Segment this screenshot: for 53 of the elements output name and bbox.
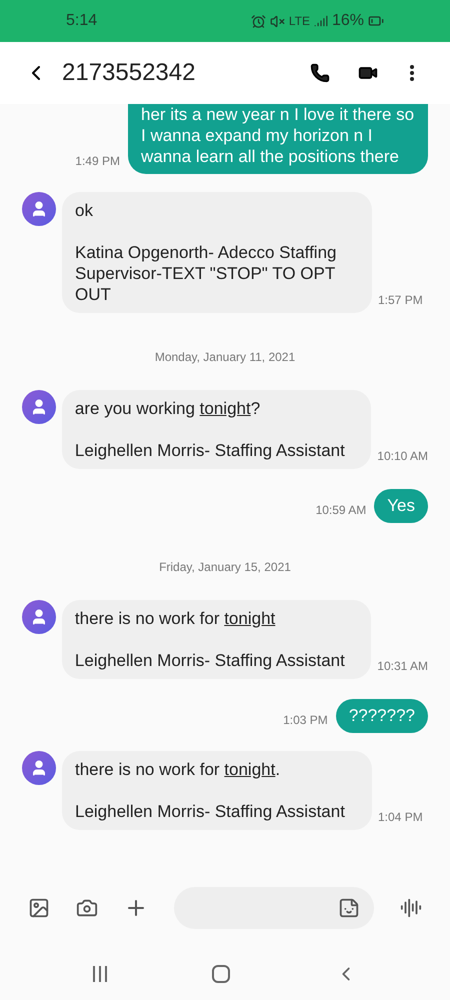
avatar[interactable] (22, 390, 56, 424)
message-text: there is no work for tonight. (75, 759, 282, 780)
home-button[interactable] (212, 965, 230, 983)
message-text: ok (75, 200, 94, 221)
gallery-button[interactable] (28, 897, 50, 919)
voice-button[interactable] (400, 897, 422, 919)
call-button[interactable] (308, 61, 332, 85)
person-icon (30, 200, 48, 218)
received-message-bubble[interactable]: there is no work for tonight. Leighellen Morris- Staffing Assistant (62, 751, 372, 830)
date-link[interactable]: tonight (224, 609, 276, 628)
message-text: Leighellen Morris- Staffing Assistant (74, 650, 346, 671)
message-text: Katina Opgenorth- Adecco Staffing Supervisor-TEXT "STOP" TO OPT OUT (75, 242, 338, 305)
alarm-icon (250, 14, 266, 28)
received-message-bubble[interactable]: ok Katina Opgenorth- Adecco Staffing Supervisor-TEXT "STOP" TO OPT OUT (62, 192, 372, 313)
message-time: 10:59 AM (316, 502, 366, 519)
message-text: her its a new year n I love it there so I wanna expand my horizon n I wanna learn all the positions there (141, 104, 415, 167)
avatar[interactable] (22, 192, 56, 226)
sound-wave-icon (400, 897, 422, 919)
image-icon (28, 897, 50, 919)
battery-text: 16% (332, 11, 364, 31)
contact-title: 2173552342 (62, 58, 196, 88)
message-text: Leighellen Morris- Staffing Assistant (74, 440, 346, 461)
message-time: 1:03 PM (283, 712, 328, 729)
recent-apps-button[interactable] (92, 966, 107, 982)
message-time: 1:49 PM (75, 153, 120, 170)
mute-icon (270, 14, 285, 28)
date-link[interactable]: tonight (200, 399, 251, 418)
message-text: there is no work for tonight (74, 608, 276, 629)
person-icon (30, 759, 48, 777)
date-link[interactable]: tonight (224, 760, 276, 779)
message-time: 10:31 AM (377, 658, 428, 675)
network-text: LTE (288, 13, 310, 30)
sticker-icon[interactable] (338, 897, 360, 919)
clock-text: 5:14 (66, 11, 98, 31)
message-text: ??????? (348, 705, 415, 726)
phone-icon (310, 63, 330, 83)
message-text: Yes (387, 495, 415, 516)
more-icon (410, 65, 414, 81)
message-input-field[interactable] (174, 887, 374, 929)
message-time: 1:04 PM (378, 809, 423, 826)
message-time: 1:57 PM (378, 292, 423, 309)
received-message-bubble[interactable]: are you working tonight? Leighellen Morris- Staffing Assistant (62, 390, 372, 469)
avatar[interactable] (22, 751, 56, 785)
message-text: are you working tonight? (74, 398, 262, 419)
camera-button[interactable] (76, 897, 98, 919)
message-time: 10:10 AM (377, 448, 428, 465)
message-text: Leighellen Morris- Staffing Assistant (75, 801, 346, 822)
received-message-bubble[interactable]: there is no work for tonight Leighellen Morris- Staffing Assistant (62, 600, 372, 679)
signal-icon (314, 14, 328, 28)
date-divider-text: Friday, January 15, 2021 (159, 559, 291, 576)
date-divider-text: Monday, January 11, 2021 (154, 349, 296, 366)
avatar[interactable] (22, 600, 56, 634)
camera-icon (76, 897, 98, 919)
